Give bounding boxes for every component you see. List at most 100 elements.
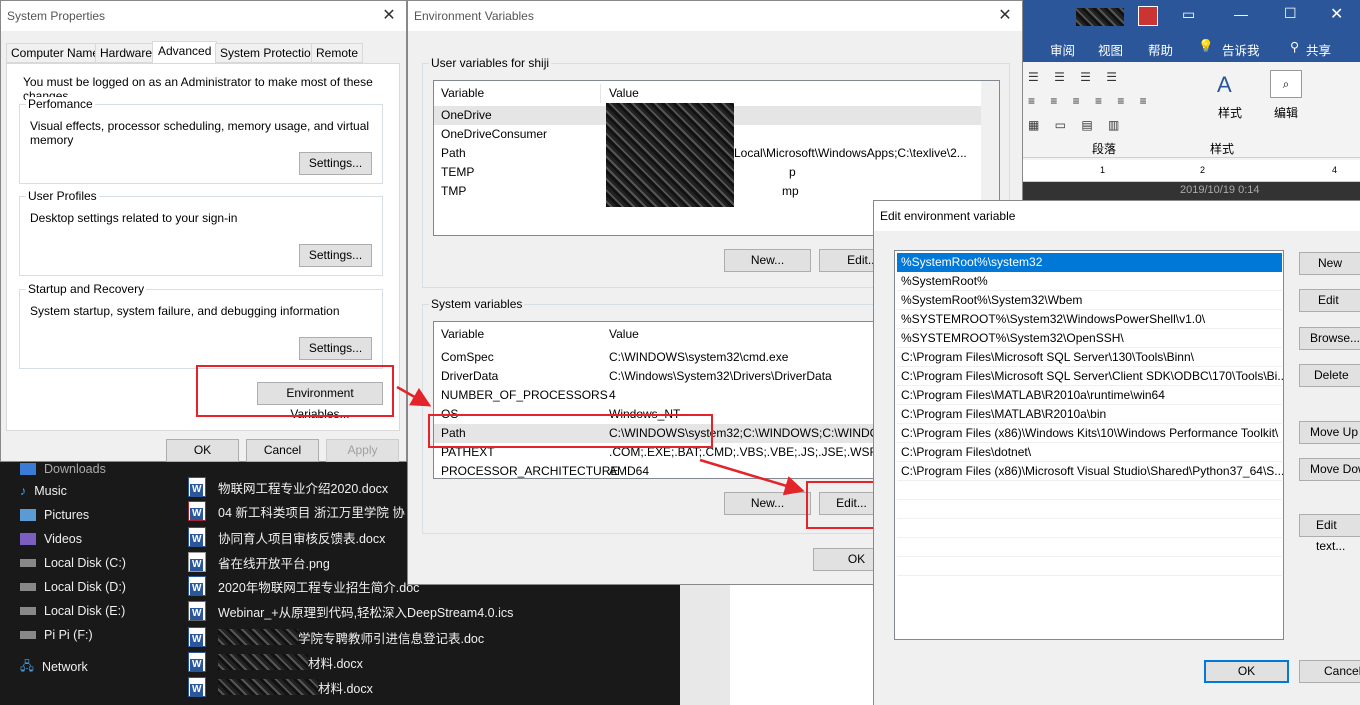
move-down-button[interactable]: Move Dow	[1299, 458, 1360, 481]
group-styles-label: 样式	[1210, 142, 1235, 156]
minimize-icon[interactable]: —	[1234, 6, 1248, 22]
column-header-variable[interactable]: Variable	[441, 84, 484, 103]
path-entries-list: %SystemRoot%\system32 %SystemRoot% %Syst…	[894, 250, 1284, 640]
list-item[interactable]: %SystemRoot%\System32\Wbem	[897, 291, 1282, 310]
file-name: 省在线开放平台.png	[218, 556, 330, 571]
cancel-button[interactable]: Cancel	[1299, 660, 1360, 683]
list-item-empty[interactable]	[897, 557, 1282, 576]
file-item[interactable]: 协同育人项目审核反馈表.docx	[188, 526, 385, 548]
var-value: AMD64	[609, 464, 650, 478]
align-icons[interactable]: ≡ ≡ ≡ ≡ ≡ ≡	[1028, 94, 1153, 108]
tab-computer-name[interactable]: Computer Name	[6, 43, 105, 63]
list-item-empty[interactable]	[897, 481, 1282, 500]
nav-label: Downloads	[44, 462, 106, 476]
file-item[interactable]: 材料.docx	[188, 676, 373, 698]
file-item[interactable]: 2020年物联网工程专业招生简介.doc	[188, 575, 419, 597]
ok-button[interactable]: OK	[1204, 660, 1289, 683]
ruler-mark: 2	[1200, 165, 1206, 175]
new-entry-button[interactable]: New	[1299, 252, 1360, 275]
list-item[interactable]: C:\Program Files\MATLAB\R2010a\bin	[897, 405, 1282, 424]
editing-button[interactable]: 编辑	[1274, 104, 1298, 121]
list-item[interactable]: C:\Program Files (x86)\Microsoft Visual …	[897, 462, 1283, 481]
tab-system-protection[interactable]: System Protection	[215, 43, 323, 63]
nav-disk-e[interactable]: Local Disk (E:)	[20, 600, 125, 622]
user-profiles-settings-button[interactable]: Settings...	[299, 244, 372, 267]
file-item[interactable]: Webinar_+从原理到代码,轻松深入DeepStream4.0.ics	[188, 600, 513, 622]
file-name: 物联网工程专业介绍2020.docx	[218, 481, 389, 496]
nav-disk-f[interactable]: Pi Pi (F:)	[20, 624, 93, 646]
lightbulb-icon: 💡	[1198, 39, 1214, 53]
list-item-selected[interactable]: %SystemRoot%\system32	[897, 253, 1282, 272]
system-new-button[interactable]: New...	[724, 492, 811, 515]
var-name: OneDrive	[441, 108, 492, 122]
tab-help[interactable]: 帮助	[1148, 40, 1173, 59]
column-header-variable[interactable]: Variable	[441, 325, 484, 344]
edit-environment-variable-dialog: Edit environment variable %SystemRoot%\s…	[873, 200, 1360, 705]
close-icon[interactable]: ✕	[1330, 4, 1343, 24]
path-entry: %SYSTEMROOT%\System32\WindowsPowerShell\…	[901, 312, 1206, 326]
list-item[interactable]: %SYSTEMROOT%\System32\OpenSSH\	[897, 329, 1282, 348]
delete-button[interactable]: Delete	[1299, 364, 1360, 387]
tell-me[interactable]: 告诉我	[1222, 40, 1260, 59]
column-header-value[interactable]: Value	[609, 325, 639, 344]
performance-settings-button[interactable]: Settings...	[299, 152, 372, 175]
nav-music[interactable]: ♪ Music	[20, 480, 67, 502]
close-icon[interactable]: ✕	[994, 6, 1016, 26]
nav-disk-d[interactable]: Local Disk (D:)	[20, 576, 126, 598]
close-icon[interactable]: ✕	[378, 6, 400, 26]
path-entry: %SystemRoot%\System32\Wbem	[901, 293, 1083, 307]
nav-label: Music	[34, 484, 67, 498]
list-item[interactable]: C:\Program Files\Microsoft SQL Server\13…	[897, 348, 1282, 367]
list-item[interactable]: C:\Program Files\Microsoft SQL Server\Cl…	[897, 367, 1283, 386]
user-profiles-group: User Profiles Desktop settings related t…	[19, 189, 383, 276]
list-item[interactable]: %SystemRoot%	[897, 272, 1282, 291]
ribbon-display-icon[interactable]: ▭	[1182, 6, 1195, 23]
browse-button[interactable]: Browse...	[1299, 327, 1360, 350]
move-up-button[interactable]: Move Up	[1299, 421, 1360, 444]
nav-videos[interactable]: Videos	[20, 528, 82, 550]
list-item-empty[interactable]	[897, 538, 1282, 557]
network-icon: 🖧	[20, 658, 34, 673]
nav-network[interactable]: 🖧 Network	[20, 656, 88, 678]
list-item[interactable]: C:\Program Files (x86)\Windows Kits\10\W…	[897, 424, 1282, 443]
file-item[interactable]: 材料.docx	[188, 651, 363, 673]
list-item[interactable]: %SYSTEMROOT%\System32\WindowsPowerShell\…	[897, 310, 1282, 329]
file-item[interactable]: 学院专聘教师引进信息登记表.doc	[188, 626, 484, 648]
paragraph-icons[interactable]: ▦ ▭ ▤ ▥	[1028, 118, 1125, 132]
dialog-titlebar: System Properties ✕	[1, 1, 406, 31]
file-name: 2020年物联网工程专业招生简介.doc	[218, 580, 420, 595]
file-item[interactable]: 04 新工科类项目 浙江万里学院 协	[188, 500, 405, 522]
nav-pictures[interactable]: Pictures	[20, 504, 89, 526]
tab-advanced[interactable]: Advanced	[152, 41, 218, 63]
tab-view[interactable]: 视图	[1098, 40, 1123, 59]
user-new-button[interactable]: New...	[724, 249, 811, 272]
startup-settings-button[interactable]: Settings...	[299, 337, 372, 360]
list-item[interactable]: C:\Program Files\MATLAB\R2010a\runtime\w…	[897, 386, 1282, 405]
ok-button[interactable]: OK	[166, 439, 239, 462]
tab-review[interactable]: 审阅	[1050, 40, 1075, 59]
file-item[interactable]: 物联网工程专业介绍2020.docx	[188, 476, 388, 498]
avatar[interactable]	[1138, 6, 1158, 26]
pictures-icon	[20, 509, 36, 521]
group-desc: Visual effects, processor scheduling, me…	[30, 119, 370, 147]
list-item-empty[interactable]	[897, 519, 1282, 538]
styles-icon[interactable]: A	[1217, 72, 1232, 98]
search-icon[interactable]: ⌕	[1270, 70, 1302, 98]
tab-hardware[interactable]: Hardware	[95, 43, 158, 63]
apply-button[interactable]: Apply	[326, 439, 399, 462]
word-doc-icon	[188, 627, 206, 647]
list-item[interactable]: C:\Program Files\dotnet\	[897, 443, 1282, 462]
cancel-button[interactable]: Cancel	[246, 439, 319, 462]
styles-button[interactable]: 样式	[1218, 104, 1242, 121]
edit-text-button[interactable]: Edit text...	[1299, 514, 1360, 553]
maximize-icon[interactable]: ☐	[1284, 5, 1297, 22]
tab-remote[interactable]: Remote	[311, 43, 364, 63]
list-icons[interactable]: ☰ ☰ ☰ ☰	[1028, 70, 1123, 84]
edit-entry-button[interactable]: Edit	[1299, 289, 1360, 312]
file-item[interactable]: 省在线开放平台.png	[188, 551, 330, 573]
column-header-value[interactable]: Value	[609, 84, 639, 103]
share-button[interactable]: 共享	[1306, 40, 1331, 59]
drive-icon	[20, 607, 36, 615]
list-item-empty[interactable]	[897, 500, 1282, 519]
nav-disk-c[interactable]: Local Disk (C:)	[20, 552, 126, 574]
